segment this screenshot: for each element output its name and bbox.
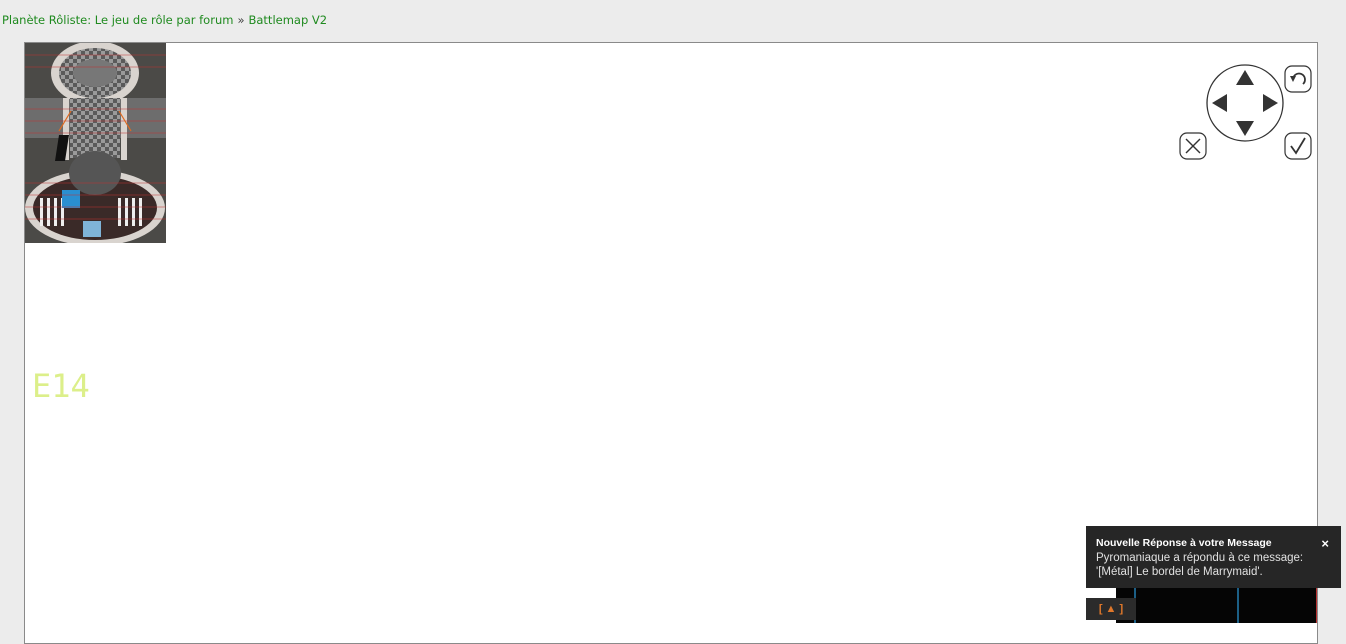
notification-close-button[interactable]: ×: [1321, 536, 1329, 551]
expand-panel-button[interactable]: [ ▲ ]: [1086, 598, 1136, 620]
chat-panel: [1116, 588, 1317, 623]
breadcrumb-separator: »: [237, 13, 245, 27]
checkmark-icon[interactable]: [1284, 132, 1312, 160]
breadcrumb-current-link[interactable]: Battlemap V2: [248, 13, 327, 27]
close-icon[interactable]: [1179, 132, 1207, 160]
reply-notification[interactable]: Nouvelle Réponse à votre Message Pyroman…: [1086, 526, 1341, 588]
dpad-icon[interactable]: [1205, 63, 1285, 143]
notification-body[interactable]: Pyromaniaque a répondu à ce message: '[M…: [1096, 551, 1318, 579]
notification-title: Nouvelle Réponse à votre Message: [1096, 537, 1272, 549]
breadcrumb: Planète Rôliste: Le jeu de rôle par foru…: [2, 13, 327, 27]
grid-cell-label: E14: [32, 367, 90, 405]
undo-icon[interactable]: [1284, 65, 1312, 93]
battlemap-thumbnail-image: [25, 43, 166, 243]
panel-divider: [1237, 588, 1239, 623]
breadcrumb-home-link[interactable]: Planète Rôliste: Le jeu de rôle par foru…: [2, 13, 233, 27]
battlemap-thumbnail[interactable]: [25, 43, 166, 243]
